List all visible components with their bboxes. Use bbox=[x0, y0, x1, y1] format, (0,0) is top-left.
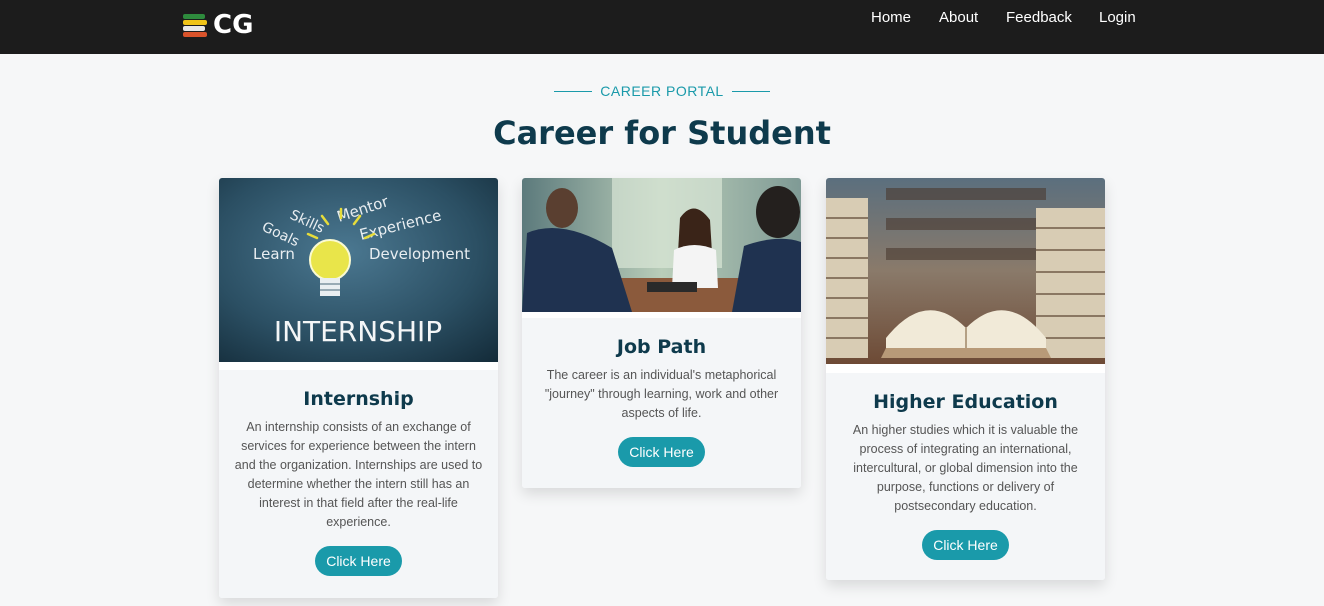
nav-home[interactable]: Home bbox=[871, 9, 911, 26]
higher-education-click-button[interactable]: Click Here bbox=[922, 530, 1009, 560]
divider-left bbox=[554, 90, 593, 92]
card-title: Internship bbox=[303, 388, 414, 410]
internship-image: Skills Mentor Goals Experience Learn Dev… bbox=[219, 178, 498, 362]
brand-logo[interactable]: CG bbox=[183, 10, 254, 40]
divider-right bbox=[731, 90, 770, 92]
card-title: Job Path bbox=[616, 336, 707, 358]
svg-text:INTERNSHIP: INTERNSHIP bbox=[274, 315, 442, 348]
card-title: Higher Education bbox=[873, 391, 1058, 413]
brand-name: CG bbox=[213, 10, 254, 40]
card-body: Internship An internship consists of an … bbox=[219, 370, 498, 598]
nav-about[interactable]: About bbox=[939, 9, 978, 26]
svg-text:Learn: Learn bbox=[253, 245, 295, 263]
card-description: The career is an individual's metaphoric… bbox=[544, 368, 779, 420]
card-body: Job Path The career is an individual's m… bbox=[522, 318, 801, 488]
section-tag: CAREER PORTAL bbox=[0, 83, 1324, 99]
card-description: An higher studies which it is valuable t… bbox=[852, 423, 1079, 513]
higher-education-image bbox=[826, 178, 1105, 364]
card-internship: Skills Mentor Goals Experience Learn Dev… bbox=[219, 178, 498, 598]
card-description: An internship consists of an exchange of… bbox=[234, 420, 483, 529]
card-higher-education: Higher Education An higher studies which… bbox=[826, 178, 1105, 580]
job-path-image bbox=[522, 178, 801, 312]
card-job-path: Job Path The career is an individual's m… bbox=[522, 178, 801, 488]
books-logo-icon bbox=[183, 12, 209, 38]
section-tag-label: CAREER PORTAL bbox=[600, 83, 724, 99]
job-path-click-button[interactable]: Click Here bbox=[618, 437, 705, 467]
internship-click-button[interactable]: Click Here bbox=[315, 546, 402, 576]
card-body: Higher Education An higher studies which… bbox=[826, 373, 1105, 580]
nav-feedback[interactable]: Feedback bbox=[1006, 9, 1072, 26]
svg-text:Development: Development bbox=[369, 245, 470, 263]
nav-login[interactable]: Login bbox=[1099, 9, 1136, 26]
navbar: CG Home About Feedback Login bbox=[0, 0, 1324, 54]
page-title: Career for Student bbox=[493, 114, 831, 152]
